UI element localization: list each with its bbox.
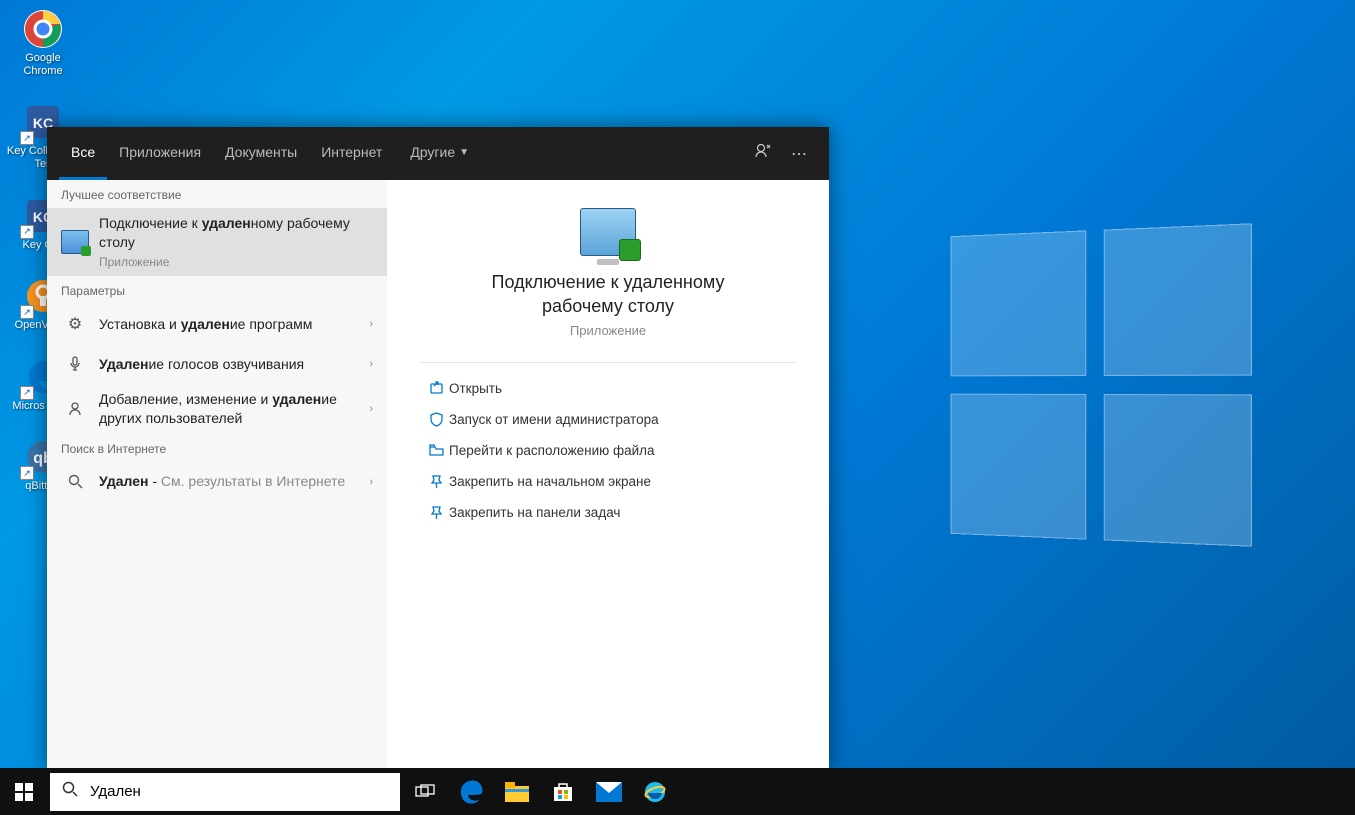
pin-start-icon bbox=[423, 474, 449, 489]
file-explorer-icon bbox=[505, 782, 529, 802]
admin-icon bbox=[423, 412, 449, 427]
search-results-list: Лучшее соответствие Подключение к удален… bbox=[47, 180, 387, 768]
rdp-large-icon bbox=[419, 208, 797, 256]
shortcut-arrow-icon: ↗ bbox=[20, 466, 34, 480]
pin-taskbar-icon bbox=[423, 505, 449, 520]
section-best-match: Лучшее соответствие bbox=[47, 180, 387, 208]
open-icon bbox=[423, 381, 449, 396]
result-title: Подключение к удаленному рабочему столу … bbox=[99, 214, 373, 270]
preview-type: Приложение bbox=[419, 323, 797, 338]
desktop-icon-chrome[interactable]: Google Chrome bbox=[6, 8, 80, 77]
shortcut-arrow-icon: ↗ bbox=[20, 225, 34, 239]
chevron-right-icon: › bbox=[369, 476, 373, 488]
shortcut-arrow-icon: ↗ bbox=[20, 131, 34, 145]
task-view-button[interactable] bbox=[402, 768, 448, 815]
search-tab-apps[interactable]: Приложения bbox=[107, 127, 213, 180]
section-web: Поиск в Интернете bbox=[47, 434, 387, 462]
result-settings-users[interactable]: Добавление, изменение и удаление других … bbox=[47, 384, 387, 434]
action-open[interactable]: Открыть bbox=[419, 373, 797, 404]
result-settings-voice[interactable]: Удаление голосов озвучивания › bbox=[47, 344, 387, 384]
action-pin-taskbar[interactable]: Закрепить на панели задач bbox=[419, 497, 797, 528]
windows-logo-wallpaper bbox=[951, 223, 1252, 546]
result-title: Установка и удаление программ bbox=[99, 315, 363, 334]
chevron-down-icon: ▼ bbox=[459, 147, 469, 158]
ie-icon bbox=[643, 780, 667, 804]
search-preview-pane: Подключение к удаленному рабочему столу … bbox=[387, 180, 829, 768]
result-best-match-rdp[interactable]: Подключение к удаленному рабочему столу … bbox=[47, 208, 387, 276]
search-tab-all[interactable]: Все bbox=[59, 127, 107, 180]
start-search-panel: Все Приложения Документы Интернет Другие… bbox=[47, 127, 829, 768]
action-label: Запуск от имени администратора bbox=[449, 412, 659, 427]
taskbar-app-explorer[interactable] bbox=[494, 768, 540, 815]
action-label: Перейти к расположению файла bbox=[449, 443, 655, 458]
search-icon bbox=[61, 468, 89, 496]
search-icon bbox=[50, 781, 90, 802]
folder-icon bbox=[423, 443, 449, 458]
start-button[interactable] bbox=[0, 768, 48, 815]
taskbar-app-edge[interactable] bbox=[448, 768, 494, 815]
action-label: Закрепить на начальном экране bbox=[449, 474, 651, 489]
result-subtitle: Приложение bbox=[99, 254, 373, 270]
search-tab-web[interactable]: Интернет bbox=[309, 127, 394, 180]
task-view-icon bbox=[415, 784, 435, 800]
chevron-right-icon: › bbox=[369, 318, 373, 330]
action-file-location[interactable]: Перейти к расположению файла bbox=[419, 435, 797, 466]
chevron-right-icon: › bbox=[369, 403, 373, 415]
windows-logo-icon bbox=[15, 783, 33, 801]
more-options-icon[interactable]: ⋯ bbox=[781, 144, 817, 164]
search-input[interactable] bbox=[90, 773, 400, 811]
action-pin-start[interactable]: Закрепить на начальном экране bbox=[419, 466, 797, 497]
desktop-icon-label: Google Chrome bbox=[6, 52, 80, 77]
feedback-icon[interactable] bbox=[745, 142, 781, 165]
taskbar-search-box[interactable] bbox=[50, 773, 400, 811]
action-label: Открыть bbox=[449, 381, 502, 396]
search-tab-docs[interactable]: Документы bbox=[213, 127, 309, 180]
section-settings: Параметры bbox=[47, 276, 387, 304]
action-run-admin[interactable]: Запуск от имени администратора bbox=[419, 404, 797, 435]
taskbar-app-store[interactable] bbox=[540, 768, 586, 815]
taskbar-app-ie[interactable] bbox=[632, 768, 678, 815]
chrome-icon bbox=[22, 8, 64, 50]
gear-icon: ⚙ bbox=[61, 310, 89, 338]
search-tabs-header: Все Приложения Документы Интернет Другие… bbox=[47, 127, 829, 180]
rdp-icon bbox=[61, 228, 89, 256]
result-title: Добавление, изменение и удаление других … bbox=[99, 390, 363, 428]
action-label: Закрепить на панели задач bbox=[449, 505, 620, 520]
edge-icon bbox=[458, 779, 484, 805]
taskbar-app-mail[interactable] bbox=[586, 768, 632, 815]
result-title: Удаление голосов озвучивания bbox=[99, 355, 363, 374]
store-icon bbox=[552, 781, 574, 803]
shortcut-arrow-icon: ↗ bbox=[20, 386, 34, 400]
taskbar bbox=[0, 768, 1355, 815]
chevron-right-icon: › bbox=[369, 358, 373, 370]
person-icon bbox=[61, 395, 89, 423]
preview-title: Подключение к удаленному рабочему столу bbox=[419, 270, 797, 319]
result-web-search[interactable]: Удален - См. результаты в Интернете › bbox=[47, 462, 387, 502]
result-title: Удален - См. результаты в Интернете bbox=[99, 472, 363, 491]
result-settings-uninstall[interactable]: ⚙ Установка и удаление программ › bbox=[47, 304, 387, 344]
search-tab-more[interactable]: Другие ▼ bbox=[398, 127, 481, 180]
mail-icon bbox=[596, 782, 622, 802]
shortcut-arrow-icon: ↗ bbox=[20, 305, 34, 319]
divider bbox=[419, 362, 797, 363]
microphone-icon bbox=[61, 350, 89, 378]
